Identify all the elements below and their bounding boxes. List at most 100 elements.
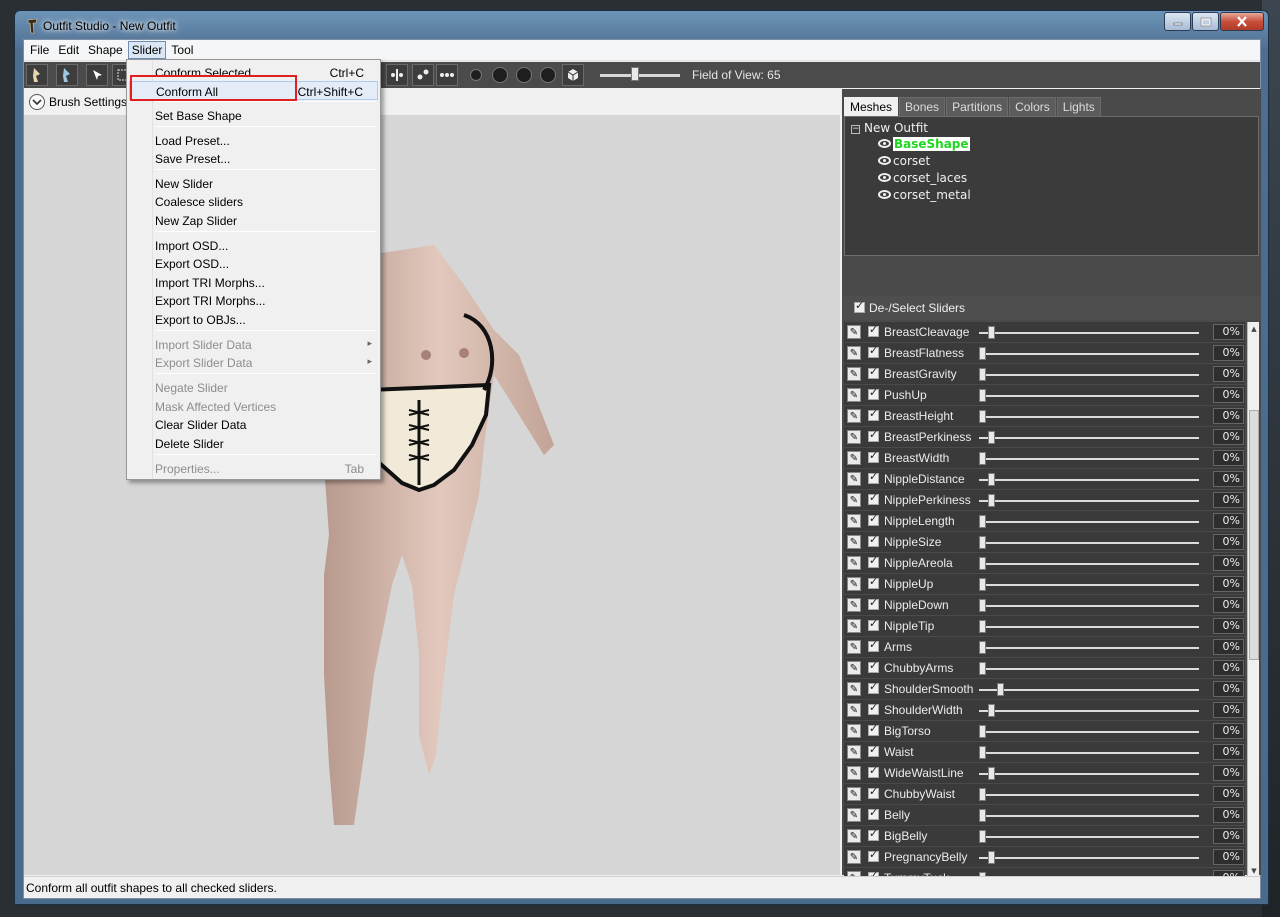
tab-lights[interactable]: Lights	[1056, 97, 1101, 117]
edit-slider-pencil-icon[interactable]: ✎	[847, 388, 861, 402]
slider-checkbox[interactable]	[868, 785, 879, 799]
edit-slider-pencil-icon[interactable]: ✎	[847, 514, 861, 528]
brush-size-small-button[interactable]	[470, 69, 482, 81]
mask-tool-button[interactable]	[86, 64, 108, 86]
slider-value-field[interactable]: 0%	[1213, 387, 1244, 403]
menu-item-import-tri-morphs[interactable]: Import TRI Morphs...	[129, 273, 378, 292]
slider-thumb[interactable]	[997, 683, 1004, 696]
eye-icon[interactable]	[878, 156, 891, 165]
scroll-thumb[interactable]	[1249, 410, 1259, 660]
slider-value-field[interactable]: 0%	[1213, 471, 1244, 487]
slider-track[interactable]	[979, 542, 1199, 544]
slider-checkbox[interactable]	[868, 722, 879, 736]
fov-slider-thumb[interactable]	[631, 67, 639, 81]
xray-button[interactable]	[436, 64, 458, 86]
slider-track[interactable]	[979, 416, 1199, 418]
slider-thumb[interactable]	[979, 452, 986, 465]
slider-value-field[interactable]: 0%	[1213, 744, 1244, 760]
slider-checkbox[interactable]	[868, 806, 879, 820]
select-all-sliders-checkbox[interactable]	[854, 299, 865, 313]
tab-partitions[interactable]: Partitions	[946, 97, 1009, 117]
tab-colors[interactable]: Colors	[1009, 97, 1056, 117]
slider-track[interactable]	[979, 773, 1199, 775]
slider-value-field[interactable]: 0%	[1213, 660, 1244, 676]
slider-track[interactable]	[979, 710, 1199, 712]
slider-track[interactable]	[979, 479, 1199, 481]
edit-slider-pencil-icon[interactable]: ✎	[847, 556, 861, 570]
slider-value-field[interactable]: 0%	[1213, 681, 1244, 697]
brush-size-large-button[interactable]	[516, 67, 532, 83]
slider-value-field[interactable]: 0%	[1213, 408, 1244, 424]
slider-list-scrollbar[interactable]: ▲ ▼	[1247, 322, 1259, 878]
slider-track[interactable]	[979, 563, 1199, 565]
slider-thumb[interactable]	[979, 620, 986, 633]
slider-thumb[interactable]	[988, 704, 995, 717]
slider-track[interactable]	[979, 731, 1199, 733]
slider-thumb[interactable]	[979, 662, 986, 675]
slider-checkbox[interactable]	[868, 449, 879, 463]
slider-checkbox[interactable]	[868, 743, 879, 757]
slider-track[interactable]	[979, 626, 1199, 628]
slider-thumb[interactable]	[979, 410, 986, 423]
edit-slider-pencil-icon[interactable]: ✎	[847, 367, 861, 381]
slider-value-field[interactable]: 0%	[1213, 450, 1244, 466]
slider-value-field[interactable]: 0%	[1213, 807, 1244, 823]
slider-checkbox[interactable]	[868, 638, 879, 652]
edit-slider-pencil-icon[interactable]: ✎	[847, 703, 861, 717]
menu-edit[interactable]: Edit	[54, 41, 83, 59]
edit-slider-pencil-icon[interactable]: ✎	[847, 787, 861, 801]
slider-thumb[interactable]	[979, 809, 986, 822]
menu-item-delete-slider[interactable]: Delete Slider	[129, 434, 378, 453]
slider-thumb[interactable]	[988, 767, 995, 780]
slider-value-field[interactable]: 0%	[1213, 786, 1244, 802]
slider-thumb[interactable]	[979, 788, 986, 801]
slider-track[interactable]	[979, 584, 1199, 586]
slider-thumb[interactable]	[988, 851, 995, 864]
tree-item-corset-metal[interactable]: corset_metal	[878, 188, 971, 205]
menu-item-load-preset[interactable]: Load Preset...	[129, 131, 378, 150]
title-bar[interactable]: Outfit Studio - New Outfit	[15, 11, 1268, 41]
menu-item-clear-slider-data[interactable]: Clear Slider Data	[129, 415, 378, 434]
edit-slider-pencil-icon[interactable]: ✎	[847, 850, 861, 864]
slider-track[interactable]	[979, 332, 1199, 334]
menu-item-import-osd[interactable]: Import OSD...	[129, 236, 378, 255]
collapse-icon[interactable]: −	[851, 125, 860, 134]
edit-slider-pencil-icon[interactable]: ✎	[847, 535, 861, 549]
slider-thumb[interactable]	[988, 473, 995, 486]
slider-thumb[interactable]	[979, 347, 986, 360]
close-button[interactable]	[1220, 12, 1264, 31]
slider-thumb[interactable]	[979, 536, 986, 549]
slider-thumb[interactable]	[988, 326, 995, 339]
edit-slider-pencil-icon[interactable]: ✎	[847, 430, 861, 444]
slider-track[interactable]	[979, 374, 1199, 376]
eye-icon[interactable]	[878, 190, 891, 199]
slider-track[interactable]	[979, 794, 1199, 796]
slider-thumb[interactable]	[988, 494, 995, 507]
slider-checkbox[interactable]	[868, 512, 879, 526]
view-cube-button[interactable]	[562, 64, 584, 86]
slider-checkbox[interactable]	[868, 848, 879, 862]
slider-value-field[interactable]: 0%	[1213, 555, 1244, 571]
slider-checkbox[interactable]	[868, 344, 879, 358]
symmetry-button[interactable]	[386, 64, 408, 86]
fov-slider-track[interactable]	[600, 74, 680, 77]
slider-thumb[interactable]	[979, 557, 986, 570]
slider-thumb[interactable]	[979, 641, 986, 654]
slider-thumb[interactable]	[979, 578, 986, 591]
tree-root[interactable]: − New Outfit	[851, 121, 928, 135]
edit-slider-pencil-icon[interactable]: ✎	[847, 346, 861, 360]
slider-thumb[interactable]	[979, 389, 986, 402]
edit-slider-pencil-icon[interactable]: ✎	[847, 745, 861, 759]
slider-value-field[interactable]: 0%	[1213, 534, 1244, 550]
slider-track[interactable]	[979, 395, 1199, 397]
slider-track[interactable]	[979, 815, 1199, 817]
menu-item-set-base-shape[interactable]: Set Base Shape	[129, 106, 378, 125]
edit-slider-pencil-icon[interactable]: ✎	[847, 451, 861, 465]
edit-slider-pencil-icon[interactable]: ✎	[847, 661, 861, 675]
slider-checkbox[interactable]	[868, 386, 879, 400]
menu-slider[interactable]: Slider	[127, 41, 167, 59]
slider-value-field[interactable]: 0%	[1213, 702, 1244, 718]
slider-checkbox[interactable]	[868, 659, 879, 673]
slider-value-field[interactable]: 0%	[1213, 639, 1244, 655]
slider-checkbox[interactable]	[868, 764, 879, 778]
